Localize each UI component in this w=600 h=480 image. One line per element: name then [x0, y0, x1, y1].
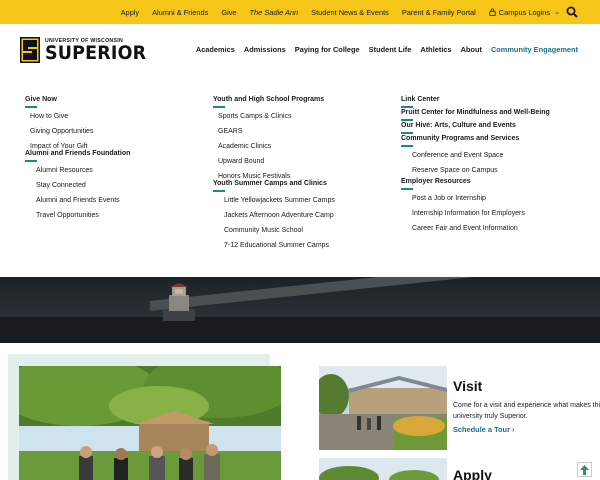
- utility-link-give[interactable]: Give: [221, 8, 236, 17]
- nav-academics[interactable]: Academics: [196, 45, 235, 54]
- menu-pruitt-center[interactable]: Pruitt Center for Mindfulness and Well-B…: [401, 109, 550, 122]
- menu-community-programs[interactable]: Community Programs and Services: [401, 135, 550, 148]
- menu-internship-info[interactable]: Internship Information for Employers: [401, 206, 550, 221]
- visit-description: Come for a visit and experience what mak…: [453, 402, 600, 420]
- menu-alumni-events[interactable]: Alumni and Friends Events: [25, 193, 130, 208]
- logo-wordmark: UNIVERSITY OF WISCONSIN SUPERIOR: [45, 38, 155, 64]
- menu-community-music[interactable]: Community Music School: [213, 223, 335, 238]
- menu-jackets-afternoon[interactable]: Jackets Afternoon Adventure Camp: [213, 208, 335, 223]
- menu-educational-camps[interactable]: 7-12 Educational Summer Camps: [213, 238, 335, 253]
- menu-give-now[interactable]: Give Now: [25, 96, 130, 109]
- visit-title: Visit: [453, 378, 483, 394]
- utility-bar: Apply Alumni & Friends Give The Sadie An…: [0, 0, 600, 24]
- menu-upward-bound[interactable]: Upward Bound: [213, 154, 335, 169]
- hero-water: [0, 317, 600, 343]
- utility-links: Apply Alumni & Friends Give The Sadie An…: [108, 0, 560, 24]
- nav-student-life[interactable]: Student Life: [369, 45, 412, 54]
- search-icon[interactable]: [566, 6, 578, 18]
- campus-logins-dropdown[interactable]: Campus Logins ⌄: [489, 8, 560, 17]
- menu-gears[interactable]: GEARS: [213, 124, 335, 139]
- menu-career-fair[interactable]: Career Fair and Event Information: [401, 221, 550, 236]
- menu-academic-clinics[interactable]: Academic Clinics: [213, 139, 335, 154]
- menu-conference-space[interactable]: Conference and Event Space: [401, 148, 550, 163]
- community-engagement-mega-menu: Give Now How to Give Giving Opportunitie…: [0, 74, 600, 277]
- nav-about[interactable]: About: [461, 45, 482, 54]
- schedule-tour-label: Schedule a Tour: [453, 425, 510, 434]
- logo-name-text: SUPERIOR: [45, 42, 147, 64]
- chevron-right-icon: ›: [512, 425, 515, 434]
- lock-icon: [489, 8, 496, 16]
- menu-alumni-resources[interactable]: Alumni Resources: [25, 163, 130, 178]
- hero-image: [0, 277, 600, 343]
- campus-logins-label: Campus Logins: [498, 7, 551, 17]
- schedule-tour-link[interactable]: Schedule a Tour ›: [453, 425, 514, 434]
- utility-link-apply[interactable]: Apply: [121, 8, 140, 17]
- hero-pier: [149, 277, 599, 311]
- menu-youth-programs[interactable]: Youth and High School Programs: [213, 96, 335, 109]
- menu-how-to-give[interactable]: How to Give: [25, 109, 130, 124]
- mega-menu-column-1: Give Now How to Give Giving Opportunitie…: [25, 96, 130, 223]
- nav-community-engagement[interactable]: Community Engagement: [491, 45, 578, 54]
- menu-our-hive[interactable]: Our Hive: Arts, Culture and Events: [401, 122, 550, 135]
- back-to-top-button[interactable]: [577, 462, 592, 477]
- arrow-up-icon: [580, 464, 589, 475]
- nav-paying-for-college[interactable]: Paying for College: [295, 45, 360, 54]
- utility-link-sadie-ann[interactable]: The Sadie Ann: [250, 8, 299, 17]
- apply-title: Apply: [453, 467, 492, 480]
- menu-summer-camps[interactable]: Youth Summer Camps and Clinics: [213, 180, 335, 193]
- superior-s-logo-icon: [20, 37, 40, 63]
- menu-reserve-space[interactable]: Reserve Space on Campus: [401, 163, 550, 178]
- menu-little-yellowjackets[interactable]: Little Yellowjackets Summer Camps: [213, 193, 335, 208]
- site-header: UNIVERSITY OF WISCONSIN SUPERIOR Academi…: [0, 24, 600, 74]
- menu-travel-opportunities[interactable]: Travel Opportunities: [25, 208, 130, 223]
- menu-post-job[interactable]: Post a Job or Internship: [401, 191, 550, 206]
- apply-photo: [319, 458, 447, 480]
- chevron-down-icon: ⌄: [554, 9, 560, 16]
- nav-admissions[interactable]: Admissions: [244, 45, 286, 54]
- menu-giving-opportunities[interactable]: Giving Opportunities: [25, 124, 130, 139]
- content-section: Visit Come for a visit and experience wh…: [0, 343, 600, 480]
- mega-menu-column-3: Link Center Pruitt Center for Mindfulnes…: [401, 96, 550, 236]
- menu-sports-camps[interactable]: Sports Camps & Clinics: [213, 109, 335, 124]
- menu-employer-resources[interactable]: Employer Resources: [401, 178, 550, 191]
- nav-athletics[interactable]: Athletics: [420, 45, 451, 54]
- lighthouse-image: [163, 283, 195, 321]
- mega-menu-column-2: Youth and High School Programs Sports Ca…: [213, 96, 335, 253]
- menu-stay-connected[interactable]: Stay Connected: [25, 178, 130, 193]
- utility-link-alumni[interactable]: Alumni & Friends: [152, 8, 208, 17]
- main-nav: Academics Admissions Paying for College …: [187, 45, 578, 54]
- menu-alumni-foundation[interactable]: Alumni and Friends Foundation: [25, 150, 130, 163]
- visit-campus-photo: [319, 366, 447, 450]
- site-logo[interactable]: UNIVERSITY OF WISCONSIN SUPERIOR: [18, 35, 155, 65]
- utility-link-student-news[interactable]: Student News & Events: [311, 8, 389, 17]
- campus-students-photo: [19, 366, 281, 480]
- utility-link-parent-portal[interactable]: Parent & Family Portal: [402, 8, 476, 17]
- menu-link-center[interactable]: Link Center: [401, 96, 550, 109]
- utility-link-sadie-ann-label: The Sadie Ann: [249, 7, 299, 17]
